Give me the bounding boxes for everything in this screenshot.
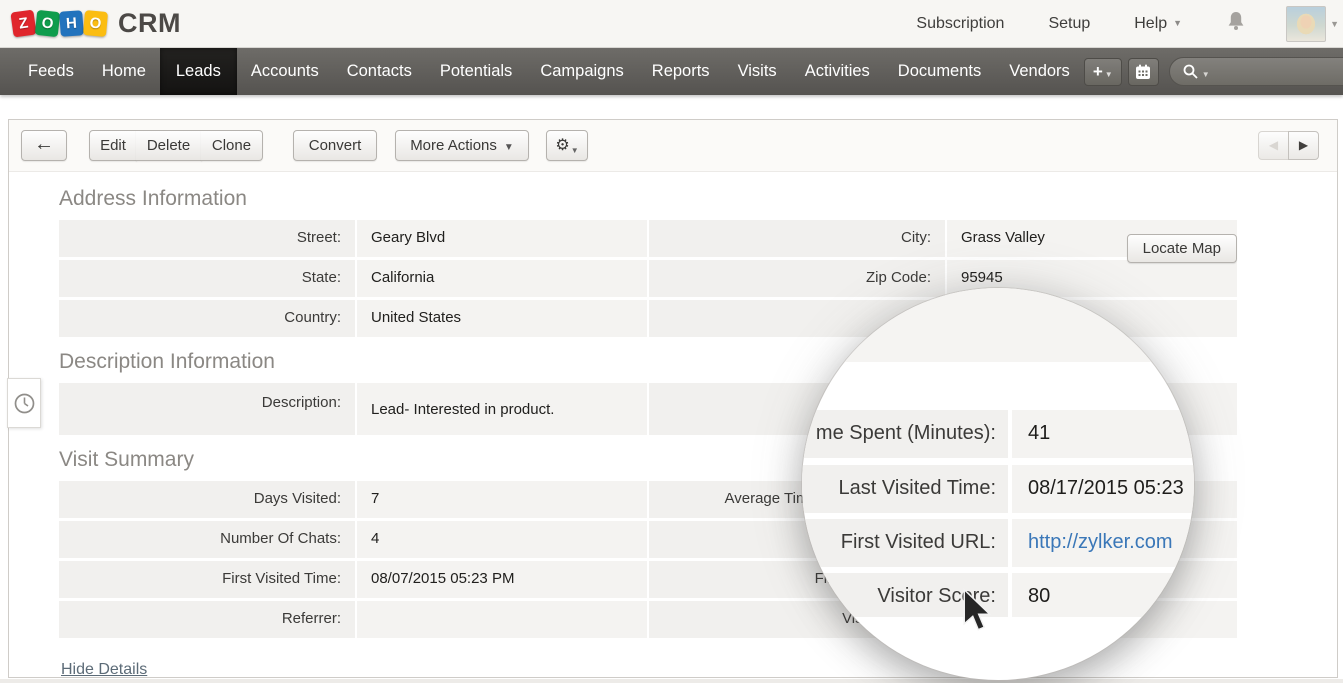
more-actions-button[interactable]: More Actions ▼: [395, 130, 529, 161]
magnified-row: me Spent (Minutes): 41: [802, 410, 1194, 458]
header-menu: Subscription Setup Help ▼ ▼: [916, 6, 1343, 42]
notifications-bell-icon[interactable]: [1226, 10, 1246, 37]
table-row: Street: Geary Blvd City: Grass Valley: [59, 220, 1239, 257]
logo-product-name: CRM: [118, 8, 181, 39]
nav-item-activities[interactable]: Activities: [791, 48, 884, 95]
main-nav: Feeds Home Leads Accounts Contacts Poten…: [0, 48, 1343, 95]
field-value-referrer: [357, 601, 647, 638]
user-avatar[interactable]: [1286, 6, 1326, 42]
field-value-days-visited: 7: [357, 481, 647, 518]
nav-item-potentials[interactable]: Potentials: [426, 48, 526, 95]
magnified-label-time-spent: me Spent (Minutes):: [802, 410, 1008, 458]
nav-tools: +▼ ▼: [1084, 48, 1343, 95]
field-label-first-visited-time: First Visited Time:: [59, 561, 355, 598]
magnified-row-edge: [802, 288, 1194, 362]
search-input[interactable]: ▼: [1169, 57, 1343, 86]
magnified-row: First Visited URL: http://zylker.com: [802, 519, 1194, 567]
account-chevron-down-icon[interactable]: ▼: [1330, 19, 1339, 29]
magnifier-lens: me Spent (Minutes): 41 Last Visited Time…: [802, 288, 1194, 680]
setup-link[interactable]: Setup: [1048, 15, 1090, 33]
logo-tile-o2: O: [83, 10, 108, 37]
magnified-first-visited-url-link[interactable]: http://zylker.com: [1028, 531, 1173, 553]
nav-item-feeds[interactable]: Feeds: [14, 48, 88, 95]
clock-icon: [13, 392, 36, 415]
field-label-street: Street:: [59, 220, 355, 257]
search-icon: [1182, 63, 1199, 80]
chevron-down-icon: ▼: [1173, 18, 1182, 28]
nav-item-accounts[interactable]: Accounts: [237, 48, 333, 95]
mouse-cursor-icon: [960, 588, 994, 639]
field-label-city: City:: [649, 220, 945, 257]
logo-tile-z: Z: [10, 10, 36, 38]
search-scope-chevron-icon[interactable]: ▼: [1202, 70, 1210, 79]
plus-icon: +: [1093, 62, 1103, 82]
magnified-row: Visitor Score: 80: [802, 573, 1194, 617]
field-label-country: Country:: [59, 300, 355, 337]
chevron-down-icon: ▼: [504, 142, 514, 153]
nav-item-leads[interactable]: Leads: [160, 48, 237, 95]
nav-item-reports[interactable]: Reports: [638, 48, 724, 95]
top-header: Z O H O CRM Subscription Setup Help ▼ ▼: [0, 0, 1343, 48]
magnified-value-time-spent: 41: [1012, 410, 1194, 458]
field-label-number-of-chats: Number Of Chats:: [59, 521, 355, 558]
help-label: Help: [1134, 15, 1167, 32]
clone-button[interactable]: Clone: [201, 130, 263, 161]
next-record-button[interactable]: ▶: [1288, 131, 1319, 160]
field-value-description: Lead- Interested in product.: [357, 383, 647, 435]
page-bottom-edge: [0, 679, 1343, 683]
field-value-number-of-chats: 4: [357, 521, 647, 558]
locate-map-button[interactable]: Locate Map: [1127, 234, 1237, 263]
settings-gear-button[interactable]: ⚙▼: [546, 130, 588, 161]
field-label-days-visited: Days Visited:: [59, 481, 355, 518]
timeline-tab[interactable]: [7, 378, 41, 428]
record-pager: ◀ ▶: [1258, 131, 1319, 160]
calendar-button[interactable]: [1128, 58, 1159, 86]
section-title-address: Address Information: [59, 187, 1337, 211]
magnified-value-visitor-score: 80: [1012, 573, 1194, 617]
gear-icon: ⚙: [555, 137, 569, 154]
logo-tile-h: H: [59, 10, 84, 37]
hide-details-link[interactable]: Hide Details: [61, 661, 147, 679]
field-label-referrer: Referrer:: [59, 601, 355, 638]
record-toolbar: ← Edit Delete Clone Convert More Actions…: [9, 120, 1337, 172]
nav-item-visits[interactable]: Visits: [724, 48, 791, 95]
chevron-down-icon: ▼: [1105, 70, 1113, 79]
field-label-state: State:: [59, 260, 355, 297]
previous-record-button[interactable]: ◀: [1258, 131, 1289, 160]
quick-create-button[interactable]: +▼: [1084, 58, 1122, 86]
magnified-row: Last Visited Time: 08/17/2015 05:23: [802, 465, 1194, 513]
delete-button[interactable]: Delete: [136, 130, 202, 161]
field-value-country: United States: [357, 300, 647, 337]
convert-button[interactable]: Convert: [293, 130, 377, 161]
field-value-street: Geary Blvd: [357, 220, 647, 257]
field-value-state: California: [357, 260, 647, 297]
magnified-label-first-visited-url: First Visited URL:: [802, 519, 1008, 567]
edit-button[interactable]: Edit: [89, 130, 137, 161]
back-button[interactable]: ←: [21, 130, 67, 161]
subscription-link[interactable]: Subscription: [916, 15, 1004, 33]
calendar-icon: [1134, 63, 1152, 81]
field-label-description: Description:: [59, 383, 355, 435]
nav-item-home[interactable]: Home: [88, 48, 160, 95]
field-value-first-visited-time: 08/07/2015 05:23 PM: [357, 561, 647, 598]
logo-tile-o1: O: [35, 10, 60, 37]
zoho-logo[interactable]: Z O H O CRM: [12, 8, 181, 39]
nav-item-documents[interactable]: Documents: [884, 48, 995, 95]
magnified-label-last-visited-time: Last Visited Time:: [802, 465, 1008, 513]
nav-item-campaigns[interactable]: Campaigns: [526, 48, 637, 95]
more-actions-label: More Actions: [410, 137, 497, 154]
help-menu[interactable]: Help ▼: [1134, 15, 1182, 33]
nav-item-vendors[interactable]: Vendors: [995, 48, 1084, 95]
chevron-down-icon: ▼: [571, 146, 579, 155]
magnified-value-last-visited-time: 08/17/2015 05:23: [1012, 465, 1194, 513]
nav-item-contacts[interactable]: Contacts: [333, 48, 426, 95]
